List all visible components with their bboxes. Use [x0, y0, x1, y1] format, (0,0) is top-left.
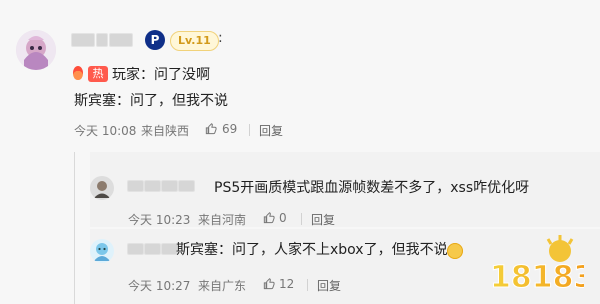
comment-location: 来自陕西 [141, 124, 190, 138]
watermark-logo: 18183 [490, 235, 584, 295]
username-blur-2 [97, 34, 107, 46]
reply-time: 今天 10:27 [128, 279, 191, 293]
reply-username-blur-2 [145, 244, 160, 254]
playstation-icon: P [145, 30, 165, 50]
reply-text: 斯宾塞：问了，人家不上xbox了，但我不说 [176, 242, 448, 258]
fire-icon [73, 66, 83, 80]
meta-divider [301, 213, 302, 225]
comment-reply-button[interactable]: 回复 [259, 122, 283, 139]
smile-emoji-icon [447, 243, 463, 259]
meta-divider [249, 124, 250, 136]
thumb-up-icon[interactable] [262, 277, 276, 291]
reply-reply-button[interactable]: 回复 [317, 277, 341, 294]
reply-thread-line [74, 152, 75, 304]
reply-avatar[interactable] [90, 239, 114, 263]
reply-avatar[interactable] [90, 176, 114, 200]
reply-time: 今天 10:23 [128, 213, 191, 227]
avatar[interactable] [16, 30, 56, 70]
reply-1: PS5开画质模式跟血源帧数差不多了，xss咋优化呀 今天 10:23 来自河南 … [90, 152, 600, 227]
reply-username-blur-3 [162, 181, 177, 191]
reply-reply-button[interactable]: 回复 [311, 211, 335, 228]
header-separator: : [218, 30, 223, 46]
thumb-up-icon[interactable] [262, 211, 276, 225]
reply-username-blur-4 [179, 181, 194, 191]
reply-username-blur-1 [128, 181, 143, 191]
thumb-up-icon[interactable] [204, 122, 218, 136]
comment-line-2: 斯宾塞：问了，但我不说 [74, 93, 228, 109]
reply-username-blur-1 [128, 244, 143, 254]
avatar-image [16, 30, 56, 70]
reply-username-blur-3 [162, 244, 177, 254]
reply-username-blur-2 [145, 181, 160, 191]
svg-text:18183: 18183 [490, 260, 584, 295]
reply-avatar-image [90, 239, 114, 263]
reply-avatar-image [90, 176, 114, 200]
reply-like-count: 12 [279, 277, 295, 291]
comment-like-count: 69 [222, 122, 238, 136]
reply-location: 来自广东 [198, 279, 247, 293]
hot-badge: 热 [88, 66, 108, 82]
username-blur-3 [110, 34, 132, 46]
level-badge: Lv.11 [170, 31, 219, 51]
comment-line-1: 玩家：问了没啊 [112, 67, 210, 83]
username-blur-1 [72, 34, 94, 46]
reply-location: 来自河南 [198, 213, 247, 227]
reply-like-count: 0 [279, 211, 287, 225]
reply-text: PS5开画质模式跟血源帧数差不多了，xss咋优化呀 [214, 180, 530, 196]
meta-divider [307, 279, 308, 291]
comment-time: 今天 10:08 [74, 124, 137, 138]
